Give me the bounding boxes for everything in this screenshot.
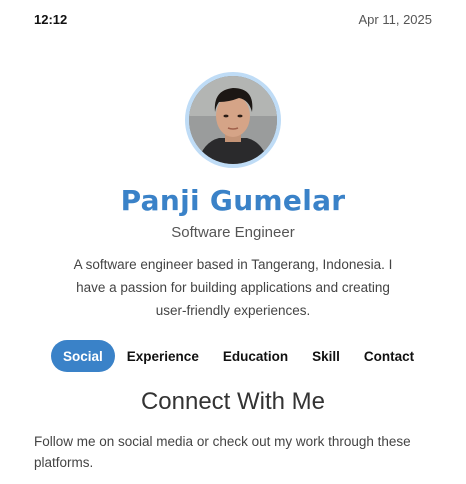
profile-name: Panji Gumelar <box>120 184 346 217</box>
profile-bio: A software engineer based in Tangerang, … <box>73 257 393 318</box>
avatar-photo <box>189 76 277 164</box>
status-bar: 12:12 Apr 11, 2025 <box>34 10 432 28</box>
tab-skill[interactable]: Skill <box>300 340 352 372</box>
avatar <box>185 72 281 168</box>
status-time: 12:12 <box>34 11 68 27</box>
section-tabs: Social Experience Education Skill Contac… <box>51 340 426 372</box>
section-description: Follow me on social media or check out m… <box>34 434 411 470</box>
tab-social[interactable]: Social <box>51 340 115 372</box>
tab-education[interactable]: Education <box>211 340 300 372</box>
section-title: Connect With Me <box>140 388 326 415</box>
profile-role: Software Engineer <box>171 224 295 241</box>
tab-experience[interactable]: Experience <box>115 340 211 372</box>
status-date: Apr 11, 2025 <box>358 11 432 27</box>
profile-page: 12:12 Apr 11, 2025 Panji Gumelar Softwar… <box>0 0 466 484</box>
tab-contact[interactable]: Contact <box>352 340 426 372</box>
